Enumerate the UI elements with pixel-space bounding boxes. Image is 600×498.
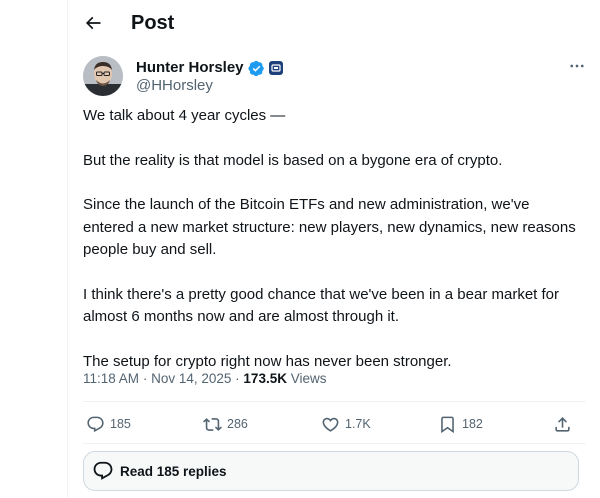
reply-icon bbox=[93, 461, 113, 480]
like-button[interactable]: 1.7K bbox=[321, 412, 371, 436]
read-replies-label: Read 185 replies bbox=[120, 463, 227, 479]
share-button[interactable] bbox=[553, 412, 572, 436]
divider bbox=[83, 443, 586, 444]
more-options-button[interactable] bbox=[566, 56, 588, 76]
meta-separator: · bbox=[142, 371, 148, 386]
avatar[interactable] bbox=[83, 56, 123, 96]
bookmark-button[interactable]: 182 bbox=[438, 412, 483, 436]
repost-icon bbox=[203, 417, 222, 431]
verified-badge-icon[interactable] bbox=[247, 60, 265, 77]
heart-icon bbox=[322, 417, 339, 432]
tweet-date[interactable]: Nov 14, 2025 bbox=[151, 371, 231, 386]
like-count: 1.7K bbox=[345, 417, 371, 431]
page-title: Post bbox=[131, 12, 175, 34]
tweet-text: We talk about 4 year cycles — But the re… bbox=[83, 105, 583, 395]
meta-separator: · bbox=[235, 371, 240, 386]
reply-count: 185 bbox=[110, 417, 131, 431]
display-name[interactable]: Hunter Horsley bbox=[136, 59, 244, 77]
affiliate-badge-icon[interactable] bbox=[268, 61, 283, 75]
reply-button[interactable]: 185 bbox=[86, 412, 131, 436]
bookmark-count: 182 bbox=[462, 417, 483, 431]
divider bbox=[83, 401, 586, 402]
avatar-portrait bbox=[83, 56, 123, 96]
bookmark-icon bbox=[441, 416, 454, 433]
tweet-metadata: 11:18 AM · Nov 14, 2025 · 173.5K Views bbox=[83, 370, 327, 388]
tweet-paragraph: But the reality is that model is based o… bbox=[83, 151, 503, 169]
tweet-paragraph: We talk about 4 year cycles — bbox=[83, 107, 286, 124]
views-label: Views bbox=[290, 371, 327, 386]
repost-count: 286 bbox=[227, 417, 248, 431]
back-button[interactable] bbox=[78, 8, 108, 38]
reply-icon bbox=[87, 416, 104, 432]
user-handle[interactable]: @HHorsley bbox=[136, 77, 213, 95]
tweet-time[interactable]: 11:18 AM bbox=[83, 371, 139, 386]
action-bar: 185 286 1.7K 182 bbox=[83, 412, 588, 436]
post-page: Post Hunter Horsley @HHorsley We talk ab… bbox=[67, 0, 600, 498]
arrow-left-icon bbox=[85, 16, 101, 30]
author-row: Hunter Horsley @HHorsley bbox=[83, 56, 588, 96]
repost-button[interactable]: 286 bbox=[203, 412, 248, 436]
tweet-paragraph: I think there's a pretty good chance tha… bbox=[83, 285, 560, 326]
views-count: 173.5K bbox=[243, 371, 287, 386]
tweet-paragraph: Since the launch of the Bitcoin ETFs and… bbox=[83, 196, 576, 258]
name-line: Hunter Horsley bbox=[136, 59, 283, 77]
read-replies-button[interactable]: Read 185 replies bbox=[83, 451, 579, 491]
share-icon bbox=[555, 416, 570, 432]
more-horizontal-icon bbox=[570, 64, 584, 68]
page-header: Post bbox=[68, 0, 600, 45]
